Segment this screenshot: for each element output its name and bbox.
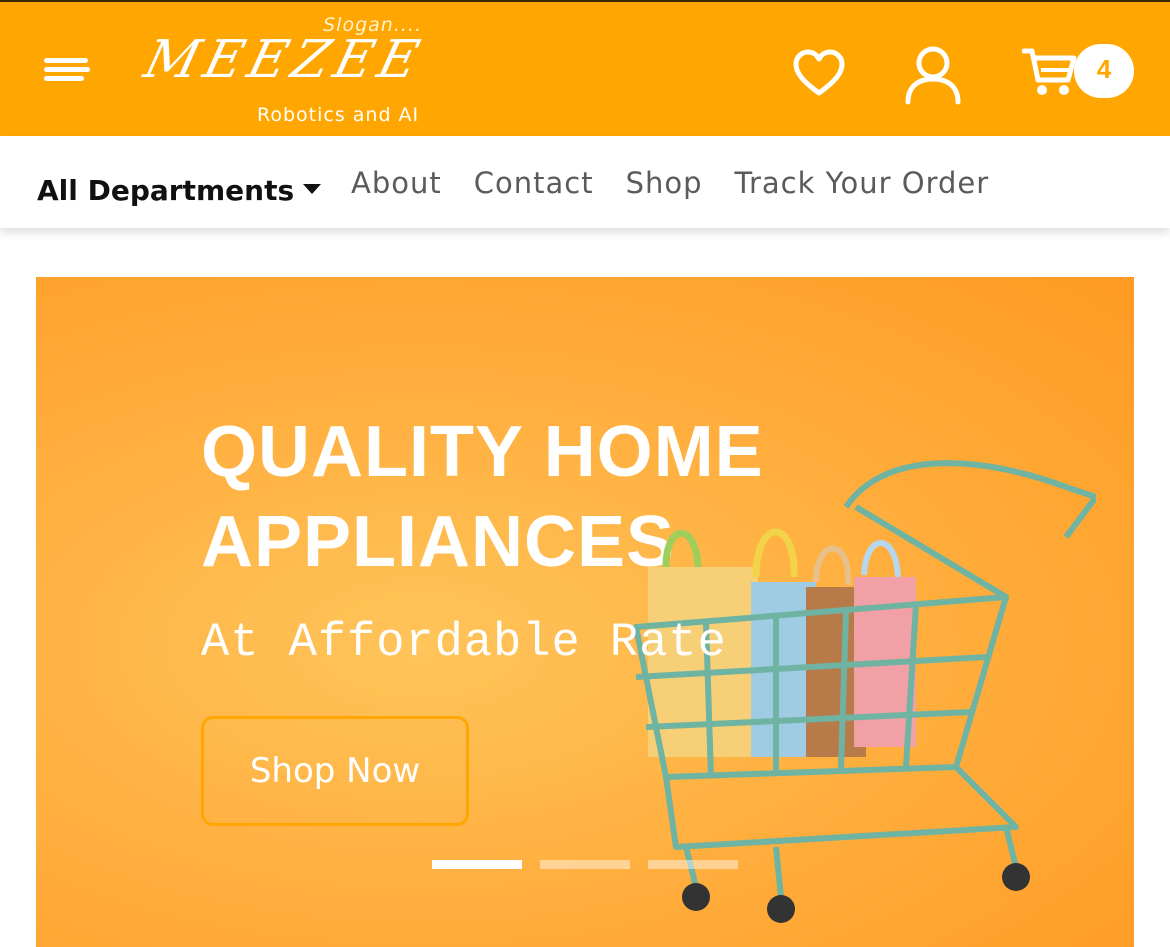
carousel-dot-2[interactable]	[540, 860, 630, 869]
top-header: Slogan.... MEEZEE Robotics and AI 4	[0, 0, 1170, 136]
cart-count-badge[interactable]: 4	[1074, 44, 1134, 98]
nav-link-contact[interactable]: Contact	[474, 166, 594, 200]
carousel-dot-1[interactable]	[432, 860, 522, 869]
nav-links: About Contact Shop Track Your Order	[351, 166, 1021, 200]
all-departments-dropdown[interactable]: All Departments	[37, 174, 322, 207]
nav-link-about[interactable]: About	[351, 166, 442, 200]
cart-icon[interactable]	[1021, 46, 1078, 98]
menu-icon[interactable]	[40, 52, 92, 88]
carousel-indicators	[432, 860, 756, 869]
shop-now-button[interactable]: Shop Now	[201, 716, 469, 826]
brand-name: MEEZEE	[138, 30, 431, 90]
nav-link-track-order[interactable]: Track Your Order	[735, 166, 990, 200]
carousel-dot-3[interactable]	[648, 860, 738, 869]
heart-icon[interactable]	[793, 48, 845, 100]
main-nav: All Departments About Contact Shop Track…	[0, 136, 1170, 228]
hero-banner: QUALITY HOME APPLIANCES At Affordable Ra…	[36, 277, 1134, 947]
all-departments-label: All Departments	[37, 174, 295, 207]
brand-logo[interactable]: Slogan.... MEEZEE Robotics and AI	[138, 10, 440, 135]
caret-down-icon	[303, 184, 322, 194]
user-icon[interactable]	[903, 44, 963, 106]
shopping-cart-image	[633, 460, 1096, 923]
nav-link-shop[interactable]: Shop	[626, 166, 703, 200]
hero-subtitle: At Affordable Rate	[201, 617, 727, 670]
brand-tagline: Robotics and AI	[257, 104, 420, 126]
